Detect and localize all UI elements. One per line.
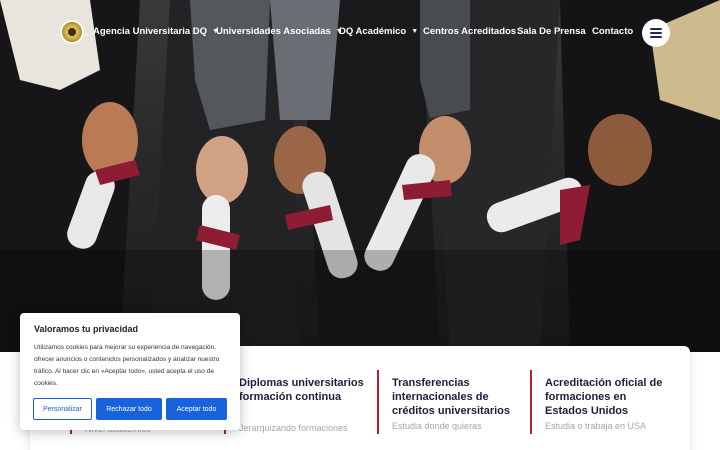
hamburger-line: [650, 28, 662, 30]
nav-item-contacto[interactable]: Contacto: [592, 26, 633, 37]
card-subtitle: Jerarquizando formaciones: [239, 423, 348, 433]
nav-item-label: Sala De Prensa: [517, 26, 586, 37]
nav-item-academico[interactable]: DQ Académico ▼: [339, 26, 418, 37]
nav-item-universidades[interactable]: Universidades Asociadas ▼: [216, 26, 343, 37]
card-subtitle: Estudia donde quieras: [392, 421, 482, 431]
nav-item-label: Contacto: [592, 26, 634, 37]
nav-item-prensa[interactable]: Sala De Prensa: [517, 26, 586, 37]
cookie-consent-banner: Valoramos tu privacidad Utilizamos cooki…: [20, 313, 240, 430]
accept-all-button[interactable]: Aceptar todo: [166, 398, 227, 420]
hamburger-line: [650, 36, 662, 38]
cookie-title: Valoramos tu privacidad: [34, 324, 139, 334]
top-navigation: Agencia Universitaria DQ ▼ Universidades …: [0, 0, 720, 66]
chevron-down-icon: ▼: [411, 28, 419, 35]
card-title: Transferencias internacionales de crédit…: [392, 377, 510, 417]
card-title: Diplomas universitarios formación contin…: [239, 377, 364, 403]
nav-item-agencia[interactable]: Agencia Universitaria DQ ▼: [93, 26, 219, 37]
card-subtitle: Estudia o trabaja en USA: [545, 421, 647, 431]
card-accent-bar: [377, 370, 379, 434]
card-accent-bar: [530, 370, 532, 434]
nav-item-label: DQ Académico: [339, 26, 407, 37]
nav-item-label: Agencia Universitaria DQ: [93, 26, 208, 37]
reject-all-button[interactable]: Rechazar todo: [96, 398, 162, 420]
hamburger-menu-button[interactable]: [642, 19, 670, 47]
cookie-description: Utilizamos cookies para mejorar su exper…: [34, 344, 220, 387]
nav-item-label: Universidades Asociadas: [216, 26, 331, 37]
site-logo[interactable]: [60, 20, 84, 44]
hamburger-line: [650, 32, 662, 34]
customize-button[interactable]: Personalizar: [33, 398, 92, 420]
nav-item-label: Centros Acreditados: [423, 26, 517, 37]
card-title: Acreditación oficial de formaciones en E…: [545, 377, 663, 417]
nav-item-centros[interactable]: Centros Acreditados: [423, 26, 516, 37]
